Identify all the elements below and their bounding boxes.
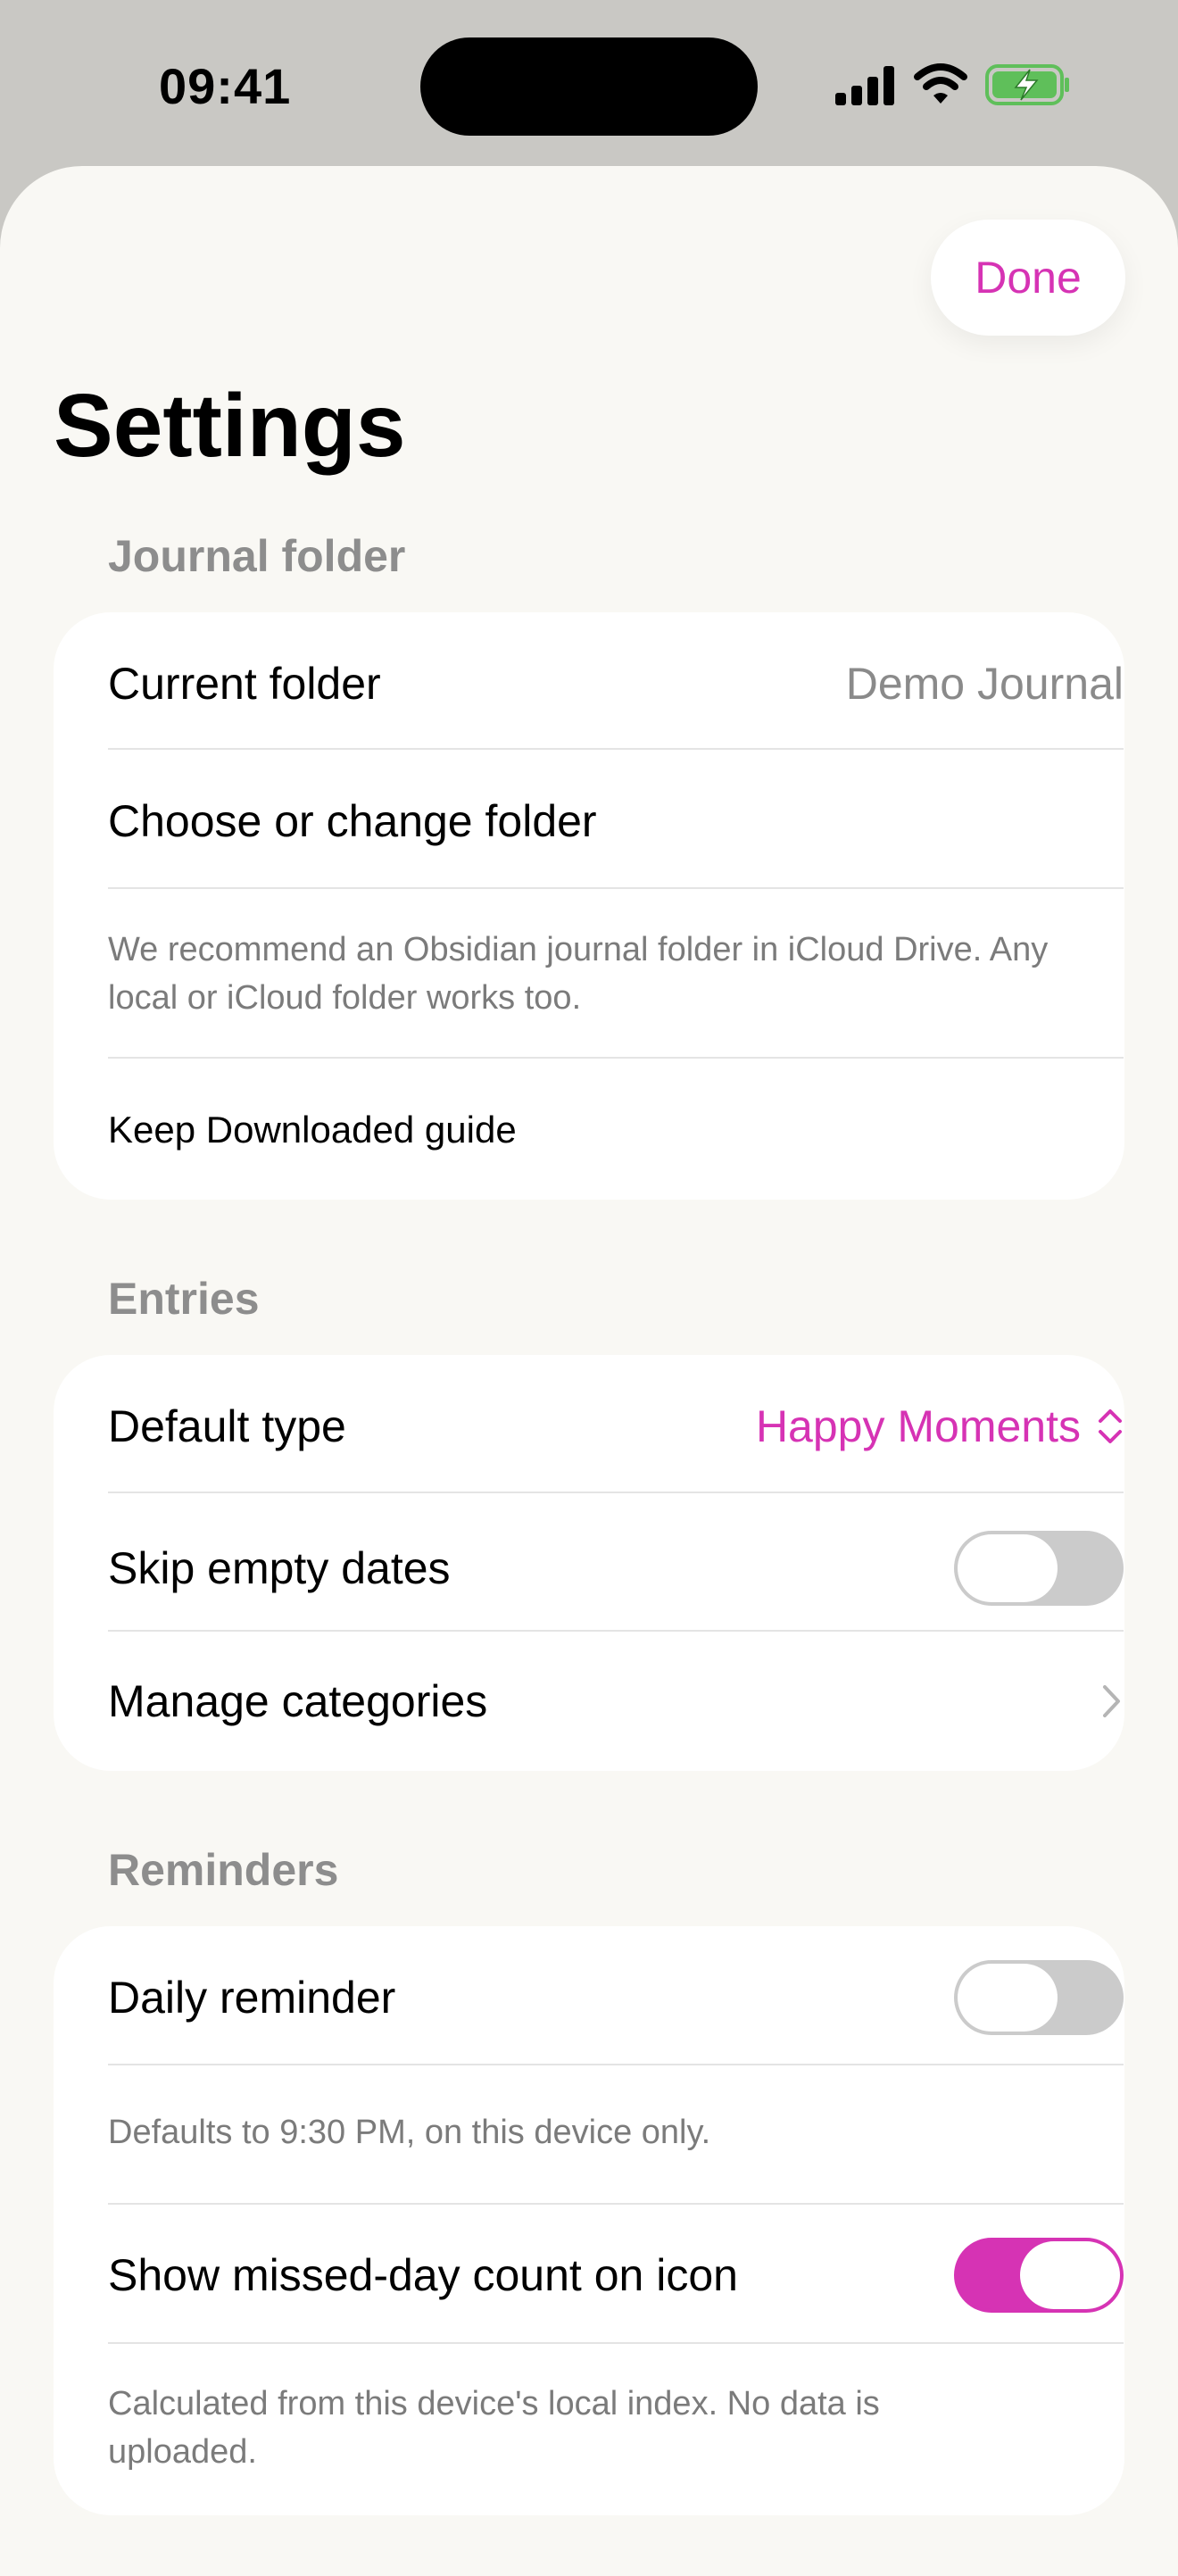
skip-empty-dates-toggle[interactable] — [954, 1531, 1124, 1606]
daily-reminder-note: Defaults to 9:30 PM, on this device only… — [108, 2114, 711, 2151]
default-type-picker[interactable]: Happy Moments — [756, 1400, 1124, 1452]
daily-reminder-label: Daily reminder — [108, 1973, 396, 2023]
toggle-knob — [1020, 2241, 1120, 2309]
wifi-icon — [914, 63, 967, 104]
divider — [108, 2342, 1124, 2344]
divider — [108, 1057, 1124, 1059]
manage-categories-row[interactable]: Manage categories — [108, 1666, 1124, 1737]
battery-charging-icon — [985, 64, 1069, 105]
status-bar: 09:41 — [0, 0, 1178, 170]
current-folder-value: Demo Journal — [845, 659, 1124, 709]
done-button[interactable]: Done — [931, 220, 1125, 336]
default-type-value: Happy Moments — [755, 1401, 1081, 1451]
missed-day-count-note: Calculated from this device's local inde… — [108, 2385, 880, 2471]
keep-downloaded-guide-label: Keep Downloaded guide — [108, 1109, 517, 1151]
chevron-right-icon — [1103, 1685, 1120, 1717]
keep-downloaded-guide-link[interactable]: Keep Downloaded guide — [108, 1094, 1124, 1166]
dynamic-island — [420, 37, 758, 136]
divider — [108, 748, 1124, 750]
page-title: Settings — [54, 376, 406, 476]
cellular-signal-icon — [835, 66, 894, 105]
current-folder-label: Current folder — [108, 659, 381, 709]
default-type-row: Default type Happy Moments — [108, 1391, 1124, 1462]
missed-day-count-row: Show missed-day count on icon — [108, 2235, 1124, 2315]
journal-folder-card: Current folder Demo Journal Choose or ch… — [54, 612, 1124, 1200]
section-heading-journal-folder: Journal folder — [108, 531, 406, 581]
divider — [108, 1492, 1124, 1493]
section-heading-entries: Entries — [108, 1274, 260, 1324]
manage-categories-label: Manage categories — [108, 1676, 488, 1726]
daily-reminder-toggle[interactable] — [954, 1960, 1124, 2035]
toggle-knob — [958, 1534, 1058, 1602]
divider — [108, 2203, 1124, 2205]
skip-empty-dates-row: Skip empty dates — [108, 1528, 1124, 1608]
daily-reminder-row: Daily reminder — [108, 1957, 1124, 2038]
choose-folder-button[interactable]: Choose or change folder — [108, 785, 1124, 857]
current-folder-row: Current folder Demo Journal — [108, 648, 1124, 719]
choose-folder-label: Choose or change folder — [108, 796, 597, 846]
divider — [108, 2064, 1124, 2065]
skip-empty-dates-label: Skip empty dates — [108, 1543, 451, 1593]
divider — [108, 887, 1124, 889]
entries-card: Default type Happy Moments Skip empty da… — [54, 1355, 1124, 1771]
section-heading-reminders: Reminders — [108, 1845, 339, 1895]
default-type-label: Default type — [108, 1401, 346, 1451]
reminders-card: Daily reminder Defaults to 9:30 PM, on t… — [54, 1926, 1124, 2515]
missed-day-count-label: Show missed-day count on icon — [108, 2250, 738, 2300]
chevron-up-down-icon — [1099, 1409, 1122, 1443]
toggle-knob — [958, 1964, 1058, 2032]
status-time: 09:41 — [159, 58, 292, 114]
missed-day-count-toggle[interactable] — [954, 2238, 1124, 2313]
divider — [108, 1630, 1124, 1632]
folder-recommendation-note: We recommend an Obsidian journal folder … — [108, 931, 1049, 1017]
